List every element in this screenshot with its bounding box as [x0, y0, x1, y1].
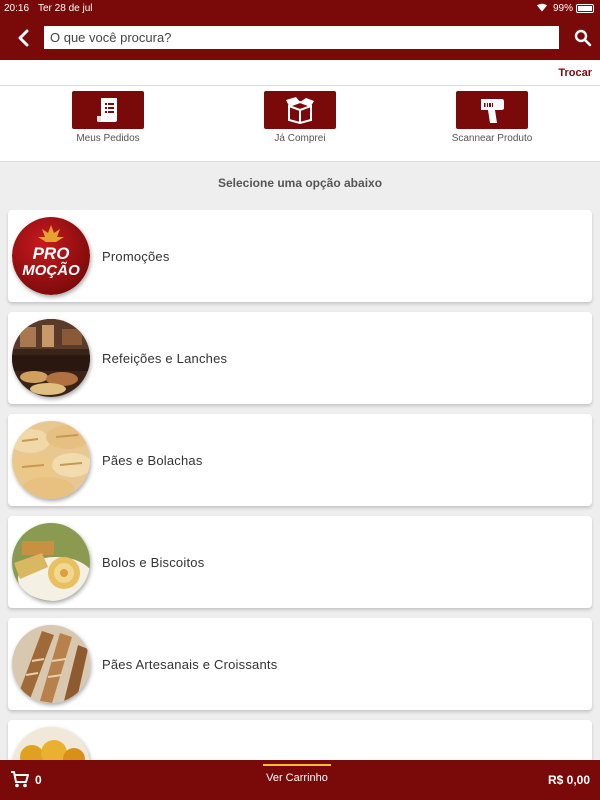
breads-photo — [12, 421, 90, 499]
category-item-promotions[interactable]: PRO MOÇÃO Promoções — [8, 210, 592, 302]
chevron-left-icon — [18, 29, 29, 47]
artisan-breads-photo — [12, 625, 90, 703]
battery-icon — [576, 4, 594, 13]
barcode-scanner-icon — [481, 99, 504, 123]
category-item-meals[interactable]: Refeições e Lanches — [8, 312, 592, 404]
cart-count: 0 — [35, 773, 42, 787]
status-time: 20:16 — [4, 3, 30, 14]
section-title: Selecione uma opção abaixo — [217, 176, 383, 190]
action-tile — [264, 91, 336, 129]
back-button[interactable] — [10, 26, 36, 50]
store-row: Trocar — [0, 60, 600, 86]
receipt-icon — [97, 98, 117, 122]
cart-icon[interactable] — [10, 770, 30, 793]
wifi-icon — [536, 2, 548, 15]
view-cart-button[interactable]: Ver Carrinho — [263, 764, 331, 784]
action-label: Já Comprei — [274, 133, 326, 144]
category-name: Pães Artesanais e Croissants — [102, 657, 278, 672]
category-name: Promoções — [102, 249, 170, 264]
quick-actions: Meus Pedidos Já Comprei Scannear Produto — [0, 86, 600, 162]
action-tile — [456, 91, 528, 129]
category-name: Bolos e Biscoitos — [102, 555, 205, 570]
status-bar: 20:16 Ter 28 de jul 99% — [0, 0, 600, 18]
category-name: Refeições e Lanches — [102, 351, 228, 366]
action-tile — [72, 91, 144, 129]
promo-badge-line2: MOÇÃO — [22, 261, 80, 279]
bottom-cart-bar: 0 Ver Carrinho R$ 0,00 — [0, 760, 600, 800]
cakes-photo — [12, 523, 90, 601]
category-name: Pães e Bolachas — [102, 453, 203, 468]
promo-badge-line1: PRO — [33, 244, 70, 263]
category-list: PRO MOÇÃO Promoções Refeições e Lanches — [8, 210, 592, 800]
action-label: Meus Pedidos — [76, 133, 140, 144]
category-item-cakes[interactable]: Bolos e Biscoitos — [8, 516, 592, 608]
box-icon — [286, 97, 314, 124]
action-label: Scannear Produto — [451, 133, 533, 144]
status-date: Ter 28 de jul — [38, 3, 93, 14]
category-item-breads[interactable]: Pães e Bolachas — [8, 414, 592, 506]
search-input[interactable] — [44, 26, 559, 49]
top-bar: 20:16 Ter 28 de jul 99% — [0, 0, 600, 60]
promo-badge-image: PRO MOÇÃO — [12, 217, 90, 295]
change-store-link[interactable]: Trocar — [558, 67, 592, 79]
meals-photo — [12, 319, 90, 397]
action-already-bought[interactable]: Já Comprei — [245, 91, 355, 145]
category-item-artisan-breads[interactable]: Pães Artesanais e Croissants — [8, 618, 592, 710]
battery-percent: 99% — [553, 3, 574, 14]
action-my-orders[interactable]: Meus Pedidos — [53, 91, 163, 145]
search-button[interactable] — [570, 26, 596, 50]
search-icon — [574, 29, 592, 47]
cart-total: R$ 0,00 — [547, 773, 590, 787]
action-scan-product[interactable]: Scannear Produto — [437, 91, 547, 145]
